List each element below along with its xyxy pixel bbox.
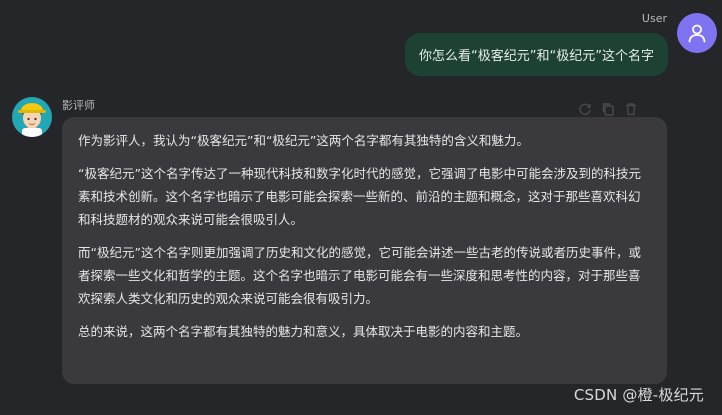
copy-icon[interactable] — [601, 101, 615, 116]
user-message-text: 你怎么看“极客纪元”和“极纪元”这个名字 — [419, 49, 654, 64]
user-avatar[interactable] — [677, 13, 717, 53]
bot-paragraph: “极客纪元”这个名字传达了一种现代科技和数字化时代的感觉，它强调了电影中可能会涉… — [78, 166, 641, 227]
bot-paragraph: 作为影评人，我认为“极客纪元”和“极纪元”这两个名字都有其独特的含义和魅力。 — [78, 133, 529, 148]
cartoon-character-avatar — [18, 103, 46, 137]
bot-name: 影评师 — [62, 99, 95, 112]
bot-paragraph: 总的来说，这两个名字都有其独特的魅力和意义，具体取决于电影的内容和主题。 — [78, 324, 529, 339]
bot-paragraph: 而“极纪元”这个名字则更加强调了历史和文化的感觉，它可能会讲述一些古老的传说或者… — [78, 245, 641, 306]
refresh-icon[interactable] — [578, 101, 592, 115]
bot-message-bubble: 作为影评人，我认为“极客纪元”和“极纪元”这两个名字都有其独特的含义和魅力。 “… — [62, 117, 667, 384]
user-name: User — [641, 12, 667, 25]
person-icon — [688, 24, 706, 43]
watermark: CSDN @橙-极纪元 — [573, 386, 704, 404]
user-message-bubble: 你怎么看“极客纪元”和“极纪元”这个名字 — [405, 33, 668, 76]
trash-icon[interactable] — [624, 101, 638, 116]
bot-avatar[interactable] — [12, 97, 52, 137]
message-actions — [578, 101, 638, 116]
